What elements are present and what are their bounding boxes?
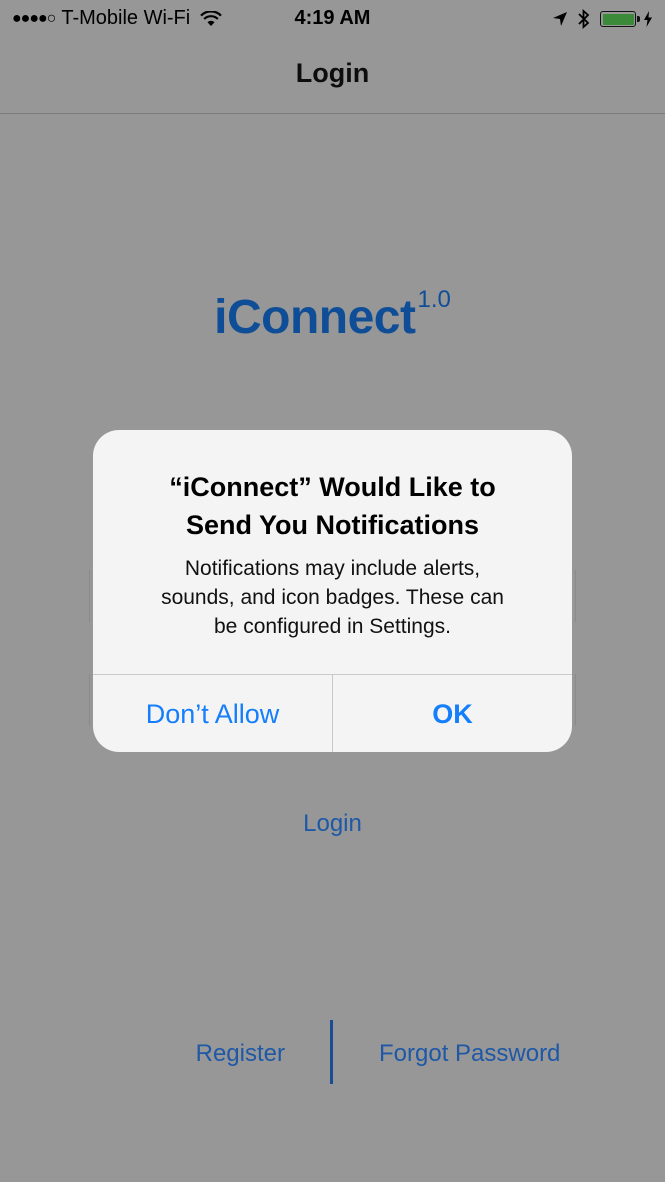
bluetooth-icon [578,9,590,29]
alert-message: Notifications may include alerts, sounds… [119,554,546,641]
logo-name: iConnect [214,291,416,344]
login-button[interactable]: Login [0,810,665,838]
status-bar: ●●●●○ T-Mobile Wi-Fi 4:19 AM [0,0,665,40]
alert-buttons: Don’t Allow OK [93,674,572,752]
username-field-left-edge[interactable] [89,570,90,622]
location-arrow-icon [553,12,567,26]
alert-message-line2: sounds, and icon badges. These can [161,586,504,609]
username-field-right-edge[interactable] [575,570,576,622]
logo-version: 1.0 [417,286,451,313]
battery-charging-icon [600,11,653,27]
password-field-left-edge[interactable] [89,674,90,726]
app-logo: iConnect1.0 [0,286,665,345]
alert-title-line1: “iConnect” Would Like to [169,472,496,502]
bottom-links: Register Forgot Password [0,1020,665,1086]
status-icons [552,9,653,29]
forgot-password-link[interactable]: Forgot Password [379,1040,560,1068]
ok-button[interactable]: OK [332,675,572,752]
dont-allow-button[interactable]: Don’t Allow [93,675,332,752]
navigation-bar: Login [0,40,665,114]
notification-permission-alert: “iConnect” Would Like to Send You Notifi… [93,430,572,752]
alert-message-line1: Notifications may include alerts, [184,557,481,580]
alert-title-line2: Send You Notifications [185,510,480,540]
alert-message-line3: be configured in Settings. [214,615,451,638]
page-title: Login [295,58,370,88]
charging-bolt-icon [644,11,652,27]
alert-title: “iConnect” Would Like to Send You Notifi… [117,468,548,544]
register-link[interactable]: Register [196,1040,285,1068]
links-divider [330,1020,333,1084]
password-field-right-edge[interactable] [575,674,576,726]
